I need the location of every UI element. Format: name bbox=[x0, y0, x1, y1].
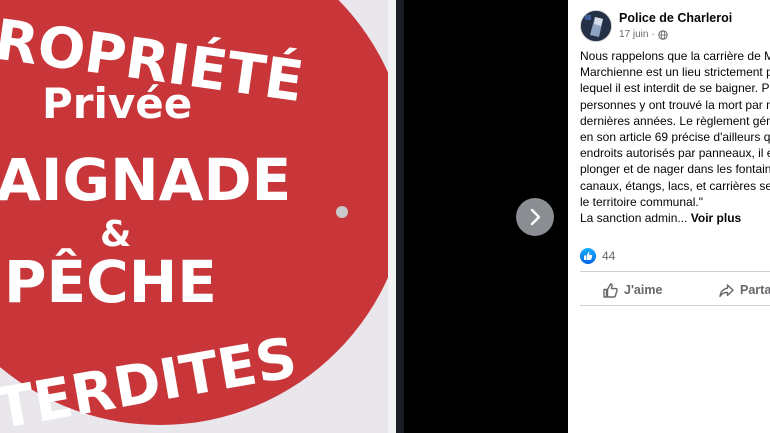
like-button[interactable]: J'aime bbox=[602, 278, 662, 302]
page-avatar[interactable] bbox=[580, 10, 612, 42]
post-body: Nous rappelons que la carrière de M Marc… bbox=[580, 48, 770, 226]
post-line: canaux, étangs, lacs, et carrières se t bbox=[580, 178, 770, 193]
share-button[interactable]: Partag bbox=[718, 278, 770, 302]
divider-top bbox=[580, 271, 770, 272]
post-line-truncated: La sanction admin... bbox=[580, 211, 688, 226]
share-icon bbox=[719, 283, 734, 297]
sign-rivet bbox=[336, 206, 348, 218]
sign-line-3: AIGNADE bbox=[0, 146, 291, 214]
reactions-summary[interactable]: 44 bbox=[580, 248, 615, 264]
post-meta: 17 juin · bbox=[619, 29, 668, 40]
post-line: dernières années. Le règlement géné bbox=[580, 113, 770, 128]
post-line: plonger et de nager dans les fontain bbox=[580, 162, 770, 177]
police-logo-icon bbox=[581, 11, 611, 41]
sign-line-2: Privée bbox=[42, 79, 192, 128]
post-photo[interactable]: ROPRIÉTÉ Privée AIGNADE & PÊCHE TERDITES bbox=[0, 0, 388, 433]
post-line: Nous rappelons que la carrière de M bbox=[580, 49, 770, 63]
sign-line-5: PÊCHE bbox=[4, 247, 217, 316]
reaction-count: 44 bbox=[602, 249, 616, 263]
post-actions: J'aime Partag bbox=[580, 278, 770, 302]
like-label: J'aime bbox=[624, 283, 663, 297]
post-line: le territoire communal." bbox=[580, 194, 703, 209]
meta-separator: · bbox=[651, 29, 655, 40]
post-line: Marchienne est un lieu strictement p bbox=[580, 65, 770, 80]
post-line-last: La sanction admin... Voir plus bbox=[580, 210, 770, 226]
globe-icon bbox=[658, 29, 668, 40]
post-line: personnes y ont trouvé la mort par n bbox=[580, 97, 770, 112]
post-panel: Police de Charleroi 17 juin · Nous rappe… bbox=[568, 0, 770, 433]
page-name-link[interactable]: Police de Charleroi bbox=[619, 11, 732, 25]
thumbs-up-icon bbox=[603, 282, 618, 298]
viewer-edge bbox=[396, 0, 404, 433]
chevron-right-icon bbox=[530, 208, 541, 226]
next-photo-button[interactable] bbox=[516, 198, 554, 236]
post-date[interactable]: 17 juin bbox=[619, 29, 648, 40]
share-label: Partag bbox=[740, 283, 770, 297]
prohibition-sign-image: ROPRIÉTÉ Privée AIGNADE & PÊCHE TERDITES bbox=[0, 0, 388, 433]
divider-bottom bbox=[580, 305, 770, 306]
post-line: endroits autorisés par panneaux, il e bbox=[580, 146, 770, 161]
post-line: lequel il est interdit de se baigner. P bbox=[580, 81, 770, 96]
panel-gap bbox=[388, 0, 396, 433]
post-line: en son article 69 précise d'ailleurs qu bbox=[580, 130, 770, 145]
like-reaction-icon bbox=[580, 248, 596, 264]
see-more-link[interactable]: Voir plus bbox=[691, 211, 741, 225]
